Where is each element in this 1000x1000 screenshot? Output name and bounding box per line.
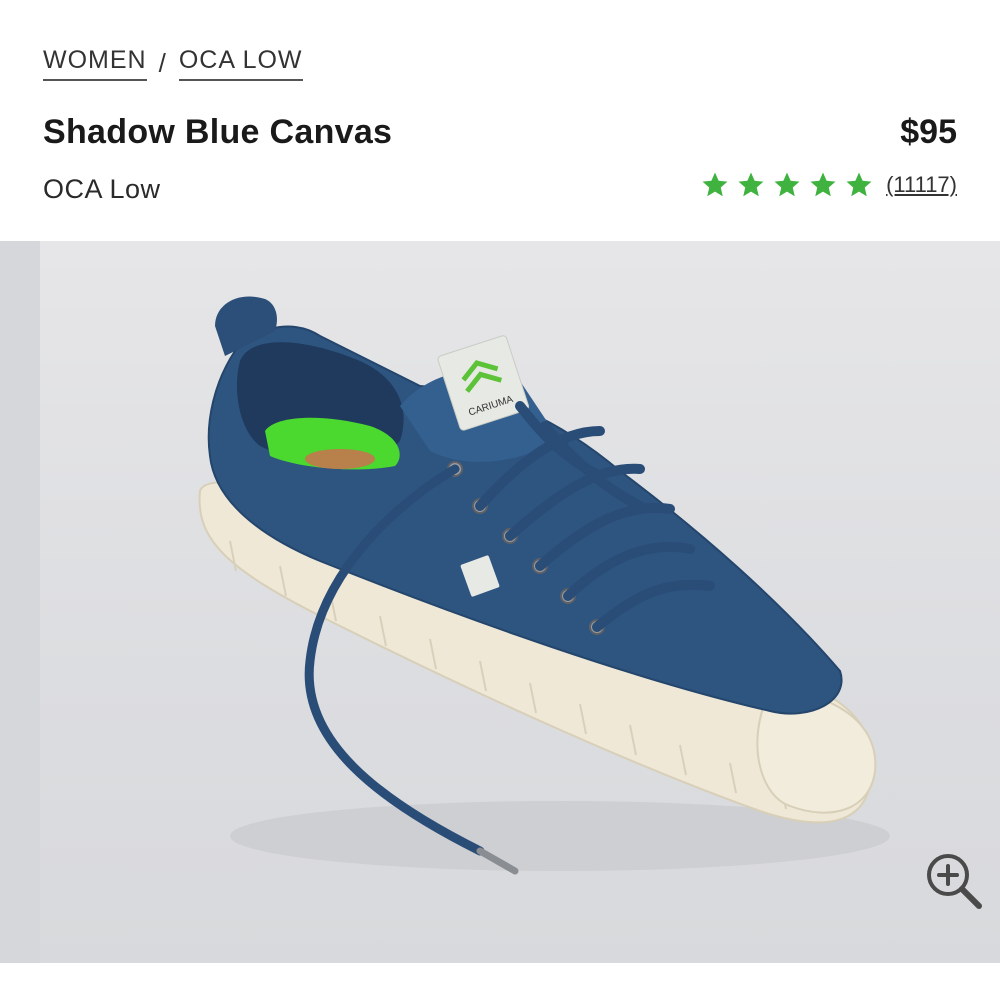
star-icon xyxy=(810,172,836,197)
zoom-in-icon xyxy=(927,854,982,909)
breadcrumb: WOMEN / OCA LOW xyxy=(43,46,303,81)
product-price: $95 xyxy=(900,113,957,151)
star-icon xyxy=(846,172,872,197)
breadcrumb-link-women[interactable]: WOMEN xyxy=(43,46,147,81)
review-count-link[interactable]: (11117) xyxy=(886,172,957,198)
rating-stars xyxy=(700,170,874,200)
zoom-button[interactable] xyxy=(921,848,987,914)
product-title: Shadow Blue Canvas xyxy=(43,113,393,151)
product-image: CARIUMA xyxy=(0,241,1000,963)
sneaker-illustration: CARIUMA xyxy=(198,296,890,875)
cork-footbed xyxy=(305,449,375,469)
breadcrumb-link-oca-low[interactable]: OCA LOW xyxy=(178,46,303,81)
product-subtitle: OCA Low xyxy=(43,174,161,204)
breadcrumb-separator: / xyxy=(158,48,167,78)
star-icon xyxy=(702,172,728,197)
product-rating: (11117) xyxy=(700,170,957,200)
star-icon xyxy=(774,172,800,197)
star-icon xyxy=(738,172,764,197)
